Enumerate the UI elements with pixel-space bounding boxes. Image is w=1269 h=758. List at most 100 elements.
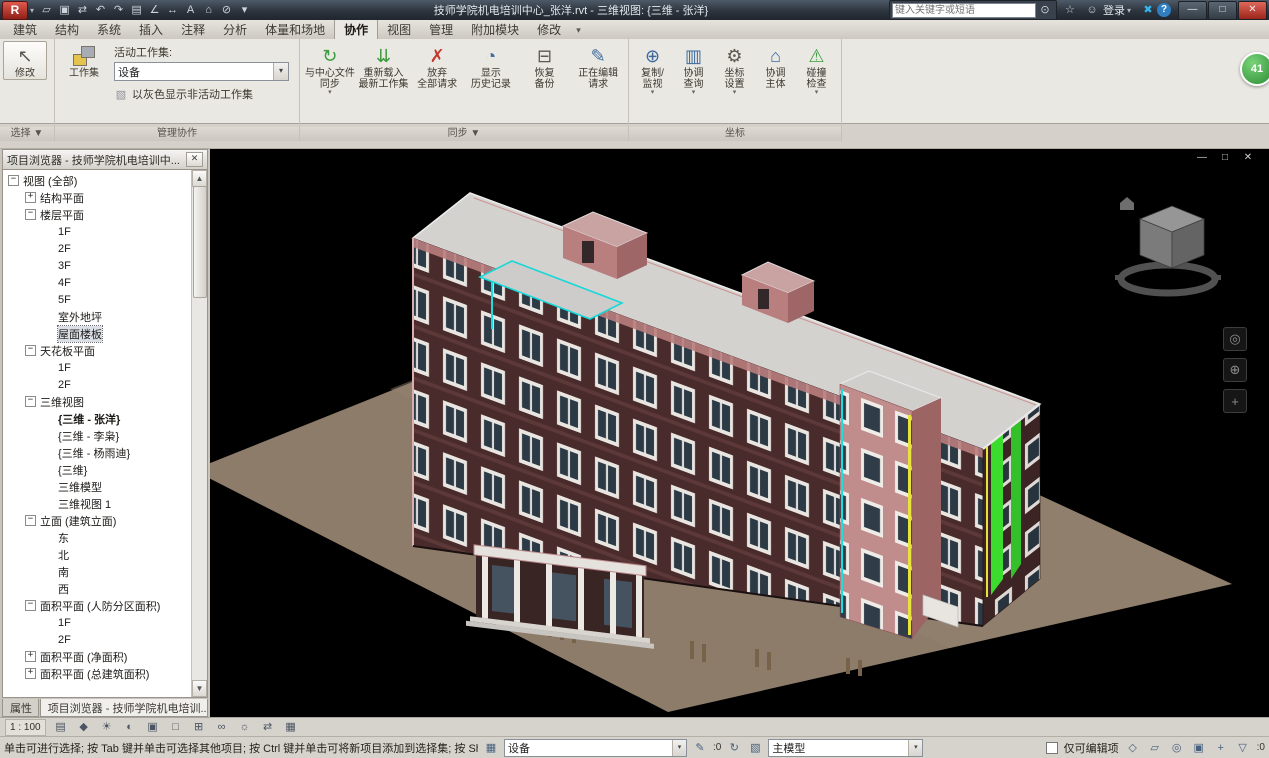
help-icon[interactable]: ? — [1157, 3, 1171, 17]
expander-icon[interactable]: − — [25, 396, 36, 407]
3d-viewport[interactable]: — □ ✕ ◎ ⊕ + — [210, 149, 1269, 717]
crop-region-icon[interactable]: ⊞ — [191, 720, 207, 735]
copy-monitor-button[interactable]: ⊕ 复制/ 监视 ▾ — [632, 41, 673, 97]
editing-requests-icon[interactable]: ✎ — [692, 741, 708, 754]
tree-item-3d-view-1[interactable]: 三维视图 1 — [3, 495, 207, 512]
tab-insert[interactable]: 插入 — [130, 19, 172, 39]
minimize-button[interactable]: — — [1178, 1, 1207, 20]
print-icon[interactable]: ▤ — [128, 2, 145, 18]
measure-icon[interactable]: ∠ — [146, 2, 163, 18]
tree-item-area-plans-net[interactable]: +面积平面 (净面积) — [3, 648, 207, 665]
active-workset-dropdown[interactable]: 设备 ▾ — [504, 739, 687, 757]
select-panel-label[interactable]: 选择 ▼ — [0, 126, 54, 141]
expander-icon[interactable]: + — [25, 668, 36, 679]
view-restore-icon[interactable]: □ — [1218, 152, 1232, 163]
tab-manage[interactable]: 管理 — [420, 19, 462, 39]
expander-icon[interactable]: + — [25, 192, 36, 203]
select-underlay-icon[interactable]: ▱ — [1147, 741, 1163, 754]
coordinates-settings-button[interactable]: ⚙ 坐标 设置 ▾ — [714, 41, 755, 97]
editable-only-checkbox[interactable] — [1046, 742, 1058, 754]
temporary-hide-isolate-icon[interactable]: ∞ — [214, 720, 230, 735]
tree-item-structural-plans[interactable]: +结构平面 — [3, 189, 207, 206]
chevron-down-icon[interactable]: ▾ — [908, 740, 922, 756]
viewcube-home-icon[interactable] — [1120, 197, 1134, 210]
tree-item-3f[interactable]: 3F — [3, 257, 207, 274]
expander-icon[interactable]: − — [25, 209, 36, 220]
undo-icon[interactable]: ↶ — [92, 2, 109, 18]
expander-icon[interactable]: + — [25, 651, 36, 662]
tree-item-ceiling-2f[interactable]: 2F — [3, 376, 207, 393]
steering-wheel-icon[interactable]: ◎ — [1223, 327, 1247, 351]
customize-qat-icon[interactable]: ▾ — [236, 2, 253, 18]
design-options-dropdown[interactable]: 主模型 ▾ — [768, 739, 923, 757]
ribbon-display-toggle-icon[interactable]: ▾ — [576, 25, 581, 39]
scroll-down-icon[interactable]: ▼ — [192, 680, 207, 697]
tree-item-elevations[interactable]: −立面 (建筑立面) — [3, 512, 207, 529]
worksharing-display-icon[interactable]: ⇄ — [260, 720, 276, 735]
select-pinned-icon[interactable]: ◎ — [1169, 741, 1185, 754]
editing-requests-button[interactable]: ✎ 正在编辑 请求 — [571, 41, 625, 91]
manage-collaboration-panel-label[interactable]: 管理协作 — [55, 126, 299, 141]
tree-item-5f[interactable]: 5F — [3, 291, 207, 308]
application-menu-button[interactable]: R — [2, 1, 28, 20]
chevron-down-icon[interactable]: ▾ — [672, 740, 686, 756]
tree-item-ceiling-plans[interactable]: −天花板平面 — [3, 342, 207, 359]
coordination-review-button[interactable]: ▥ 协调 查询 ▾ — [673, 41, 714, 97]
expander-icon[interactable]: − — [8, 175, 19, 186]
default-3d-view-icon[interactable]: ⌂ — [200, 2, 217, 18]
exchange-apps-icon[interactable]: ✖ — [1139, 2, 1157, 18]
tab-collaborate[interactable]: 协作 — [334, 18, 378, 39]
tab-systems[interactable]: 系统 — [88, 19, 130, 39]
tab-structure[interactable]: 结构 — [46, 19, 88, 39]
tab-view[interactable]: 视图 — [378, 19, 420, 39]
search-icon[interactable]: ⊙ — [1036, 2, 1054, 18]
tree-item-area-plans-civil-defense[interactable]: −面积平面 (人防分区面积) — [3, 597, 207, 614]
tree-item-3d-views[interactable]: −三维视图 — [3, 393, 207, 410]
detail-level-icon[interactable]: ▤ — [53, 720, 69, 735]
tab-project-browser[interactable]: 项目浏览器 - 技师学院机电培训... — [40, 699, 208, 717]
shadows-icon[interactable]: ◐ — [122, 720, 138, 735]
text-note-icon[interactable]: A — [182, 2, 199, 18]
gray-inactive-worksets-toggle[interactable]: ▧ 以灰色显示非活动工作集 — [114, 86, 289, 102]
tree-item-south[interactable]: 南 — [3, 563, 207, 580]
aligned-dimension-icon[interactable]: ↔ — [164, 2, 181, 18]
building-model[interactable] — [413, 193, 1040, 649]
show-history-button[interactable]: ◔ 显示 历史记录 — [464, 41, 518, 91]
tree-item-area-plans-gross[interactable]: +面积平面 (总建筑面积) — [3, 665, 207, 682]
worksets-button[interactable]: 工作集 — [58, 41, 110, 80]
viewcube[interactable] — [1115, 197, 1221, 293]
expander-icon[interactable]: − — [25, 600, 36, 611]
relinquish-all-button[interactable]: ✗ 放弃 全部请求 — [410, 41, 464, 91]
sign-in-control[interactable]: ☺ 登录 ▾ — [1083, 2, 1135, 18]
tree-item-west[interactable]: 西 — [3, 580, 207, 597]
project-browser-titlebar[interactable]: 项目浏览器 - 技师学院机电培训中... ✕ — [2, 149, 208, 170]
tab-analyze[interactable]: 分析 — [214, 19, 256, 39]
filter-icon[interactable]: ▽ — [1235, 741, 1251, 754]
tree-item-3d-default[interactable]: {三维} — [3, 461, 207, 478]
close-icon[interactable]: ✕ — [186, 152, 203, 167]
communication-center-badge[interactable]: 41 — [1240, 52, 1269, 86]
sun-path-icon[interactable]: ☀ — [99, 720, 115, 735]
tree-item-3d-yangyudi[interactable]: {三维 - 杨雨迪} — [3, 444, 207, 461]
tab-massing-site[interactable]: 体量和场地 — [256, 19, 334, 39]
save-icon[interactable]: ▣ — [56, 2, 73, 18]
scrollbar-thumb[interactable] — [193, 186, 207, 298]
select-by-face-icon[interactable]: ▣ — [1191, 741, 1207, 754]
tree-item-roof-slab[interactable]: 屋面楼板 — [3, 325, 207, 342]
expander-icon[interactable]: − — [25, 345, 36, 356]
crop-view-icon[interactable]: □ — [168, 720, 184, 735]
tree-item-3d-model[interactable]: 三维模型 — [3, 478, 207, 495]
tree-item-area-1f[interactable]: 1F — [3, 614, 207, 631]
tab-architecture[interactable]: 建筑 — [4, 19, 46, 39]
tree-item-2f[interactable]: 2F — [3, 240, 207, 257]
zoom-icon[interactable]: ⊕ — [1223, 358, 1247, 382]
coordination-host-button[interactable]: ⌂ 协调 主体 — [755, 41, 796, 91]
temporary-view-properties-icon[interactable]: ▦ — [283, 720, 299, 735]
visual-style-icon[interactable]: ◆ — [76, 720, 92, 735]
tab-annotate[interactable]: 注释 — [172, 19, 214, 39]
pan-icon[interactable]: + — [1223, 389, 1247, 413]
sync-with-central-button[interactable]: ↻ 与中心文件 同步 ▾ — [303, 41, 357, 97]
reload-latest-button[interactable]: ⇊ 重新载入 最新工作集 — [357, 41, 411, 91]
tree-item-3d-lixiao[interactable]: {三维 - 李枭} — [3, 427, 207, 444]
tree-item-4f[interactable]: 4F — [3, 274, 207, 291]
